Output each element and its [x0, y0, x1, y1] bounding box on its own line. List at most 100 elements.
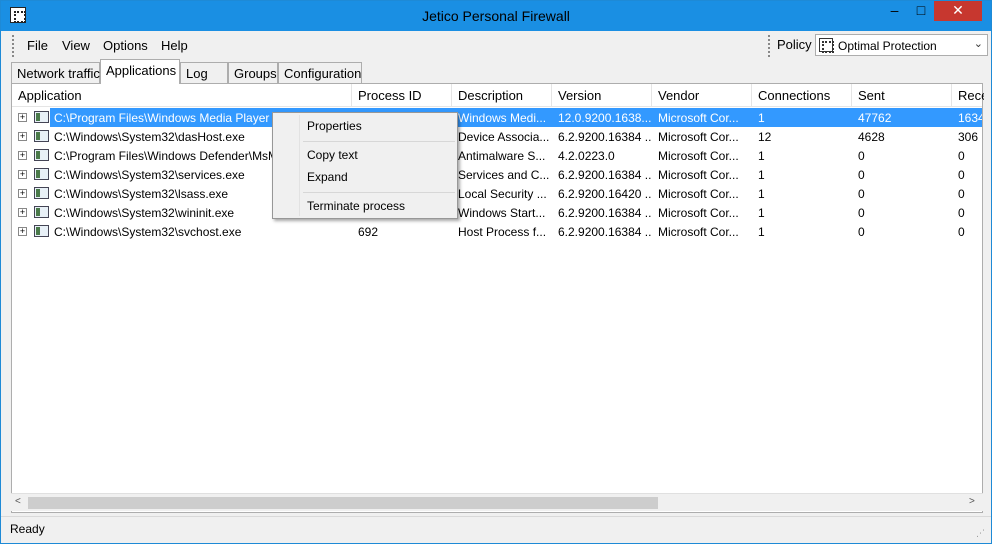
cell-connections: 1 [758, 187, 765, 201]
cell-description: Antimalware S... [458, 149, 546, 163]
tab-log[interactable]: Log [180, 62, 228, 83]
context-separator [303, 192, 455, 193]
cell-version: 4.2.0223.0 [558, 149, 615, 163]
cell-vendor: Microsoft Cor... [658, 149, 739, 163]
column-description[interactable]: Description [452, 84, 552, 107]
cell-version: 6.2.9200.16384 ... [558, 168, 652, 182]
cell-description: Host Process f... [458, 225, 547, 239]
cell-vendor: Microsoft Cor... [658, 225, 739, 239]
cell-description: Windows Medi... [458, 111, 547, 125]
cell-connections: 1 [758, 149, 765, 163]
application-icon [34, 130, 49, 142]
cell-sent: 0 [858, 206, 865, 220]
application-icon [34, 206, 49, 218]
column-version[interactable]: Version [552, 84, 652, 107]
expand-icon[interactable]: + [18, 189, 27, 198]
table-row[interactable]: + C:\Windows\System32\dasHost.exe Device… [12, 127, 982, 146]
column-received[interactable]: Rece [952, 84, 984, 107]
cell-received: 0 [958, 168, 965, 182]
policy-label: Policy [777, 37, 812, 52]
cell-vendor: Microsoft Cor... [658, 168, 739, 182]
application-icon [34, 225, 49, 237]
cell-received: 0 [958, 225, 965, 239]
cell-application: C:\Windows\System32\svchost.exe [54, 225, 242, 239]
cell-sent: 47762 [858, 111, 892, 125]
table-row[interactable]: + C:\Windows\System32\svchost.exe 692 Ho… [12, 222, 982, 241]
cell-description: Services and C... [458, 168, 550, 182]
table-row[interactable]: + C:\Windows\System32\lsass.exe Local Se… [12, 184, 982, 203]
column-application[interactable]: Application [12, 84, 352, 107]
cell-connections: 1 [758, 168, 765, 182]
cell-connections: 1 [758, 225, 765, 239]
close-button[interactable]: ✕ [934, 1, 982, 21]
expand-icon[interactable]: + [18, 113, 27, 122]
tab-network-traffic[interactable]: Network traffic [11, 62, 100, 83]
menu-help[interactable]: Help [161, 38, 188, 53]
chevron-down-icon[interactable]: ⌄ [974, 37, 983, 50]
cell-version: 12.0.9200.1638... [558, 111, 652, 125]
column-vendor[interactable]: Vendor [652, 84, 752, 107]
menu-view[interactable]: View [62, 38, 90, 53]
horizontal-scrollbar[interactable]: < > [11, 493, 983, 511]
cell-received: 0 [958, 149, 965, 163]
cell-description: Windows Start... [458, 206, 546, 220]
expand-icon[interactable]: + [18, 132, 27, 141]
tab-groups[interactable]: Groups [228, 62, 278, 83]
applications-list[interactable]: Application Process ID Description Versi… [11, 83, 984, 513]
context-menu: Properties Copy text Expand Terminate pr… [272, 112, 458, 219]
toolbar-grip[interactable] [12, 35, 15, 57]
expand-icon[interactable]: + [18, 227, 27, 236]
cell-received: 0 [958, 187, 965, 201]
column-sent[interactable]: Sent [852, 84, 952, 107]
cell-version: 6.2.9200.16384 ... [558, 206, 652, 220]
application-icon [34, 111, 49, 123]
scrollbar-thumb[interactable] [28, 497, 658, 509]
tab-applications[interactable]: Applications [100, 59, 180, 84]
expand-icon[interactable]: + [18, 151, 27, 160]
cell-vendor: Microsoft Cor... [658, 130, 739, 144]
cell-sent: 0 [858, 225, 865, 239]
application-icon [34, 149, 49, 161]
cell-received: 1634 [958, 111, 982, 125]
context-menu-gutter [299, 115, 300, 216]
column-process-id[interactable]: Process ID [352, 84, 452, 107]
context-separator [303, 141, 455, 142]
maximize-button[interactable]: □ [908, 1, 934, 21]
menu-bar: File View Options Help Policy Optimal Pr… [9, 33, 988, 59]
cell-connections: 1 [758, 111, 765, 125]
scroll-left-icon[interactable]: < [15, 496, 21, 507]
expand-icon[interactable]: + [18, 170, 27, 179]
table-row[interactable]: + C:\Windows\System32\wininit.exe Window… [12, 203, 982, 222]
minimize-button[interactable]: – [881, 1, 908, 21]
context-properties[interactable]: Properties [307, 119, 362, 133]
tab-bar: Network traffic Applications Log Groups … [11, 59, 991, 84]
cell-received: 0 [958, 206, 965, 220]
cell-connections: 12 [758, 130, 772, 144]
cell-sent: 0 [858, 168, 865, 182]
menu-options[interactable]: Options [103, 38, 148, 53]
menu-file[interactable]: File [27, 38, 48, 53]
cell-connections: 1 [758, 206, 765, 220]
cell-description: Local Security ... [458, 187, 547, 201]
context-expand[interactable]: Expand [307, 170, 348, 184]
scroll-right-icon[interactable]: > [969, 496, 975, 507]
policy-dropdown[interactable]: Optimal Protection ⌄ [815, 34, 988, 56]
policy-toolbar-grip[interactable] [768, 35, 771, 57]
window-title: Jetico Personal Firewall [422, 8, 570, 24]
cell-version: 6.2.9200.16384 ... [558, 130, 652, 144]
cell-sent: 0 [858, 149, 865, 163]
title-bar[interactable]: Jetico Personal Firewall – □ ✕ [1, 1, 991, 31]
tab-configuration[interactable]: Configuration [278, 62, 362, 83]
table-row[interactable]: + C:\Program Files\Windows Media Player … [12, 108, 982, 127]
status-bar: Ready ⋰ [1, 516, 991, 543]
column-connections[interactable]: Connections [752, 84, 852, 107]
resize-grip-icon[interactable]: ⋰ [976, 528, 985, 539]
cell-sent: 0 [858, 187, 865, 201]
list-header: Application Process ID Description Versi… [12, 84, 984, 107]
context-terminate-process[interactable]: Terminate process [307, 199, 405, 213]
context-copy-text[interactable]: Copy text [307, 148, 358, 162]
expand-icon[interactable]: + [18, 208, 27, 217]
table-row[interactable]: + C:\Program Files\Windows Defender\MsM … [12, 146, 982, 165]
main-window: Jetico Personal Firewall – □ ✕ File View… [0, 0, 992, 544]
table-row[interactable]: + C:\Windows\System32\services.exe Servi… [12, 165, 982, 184]
